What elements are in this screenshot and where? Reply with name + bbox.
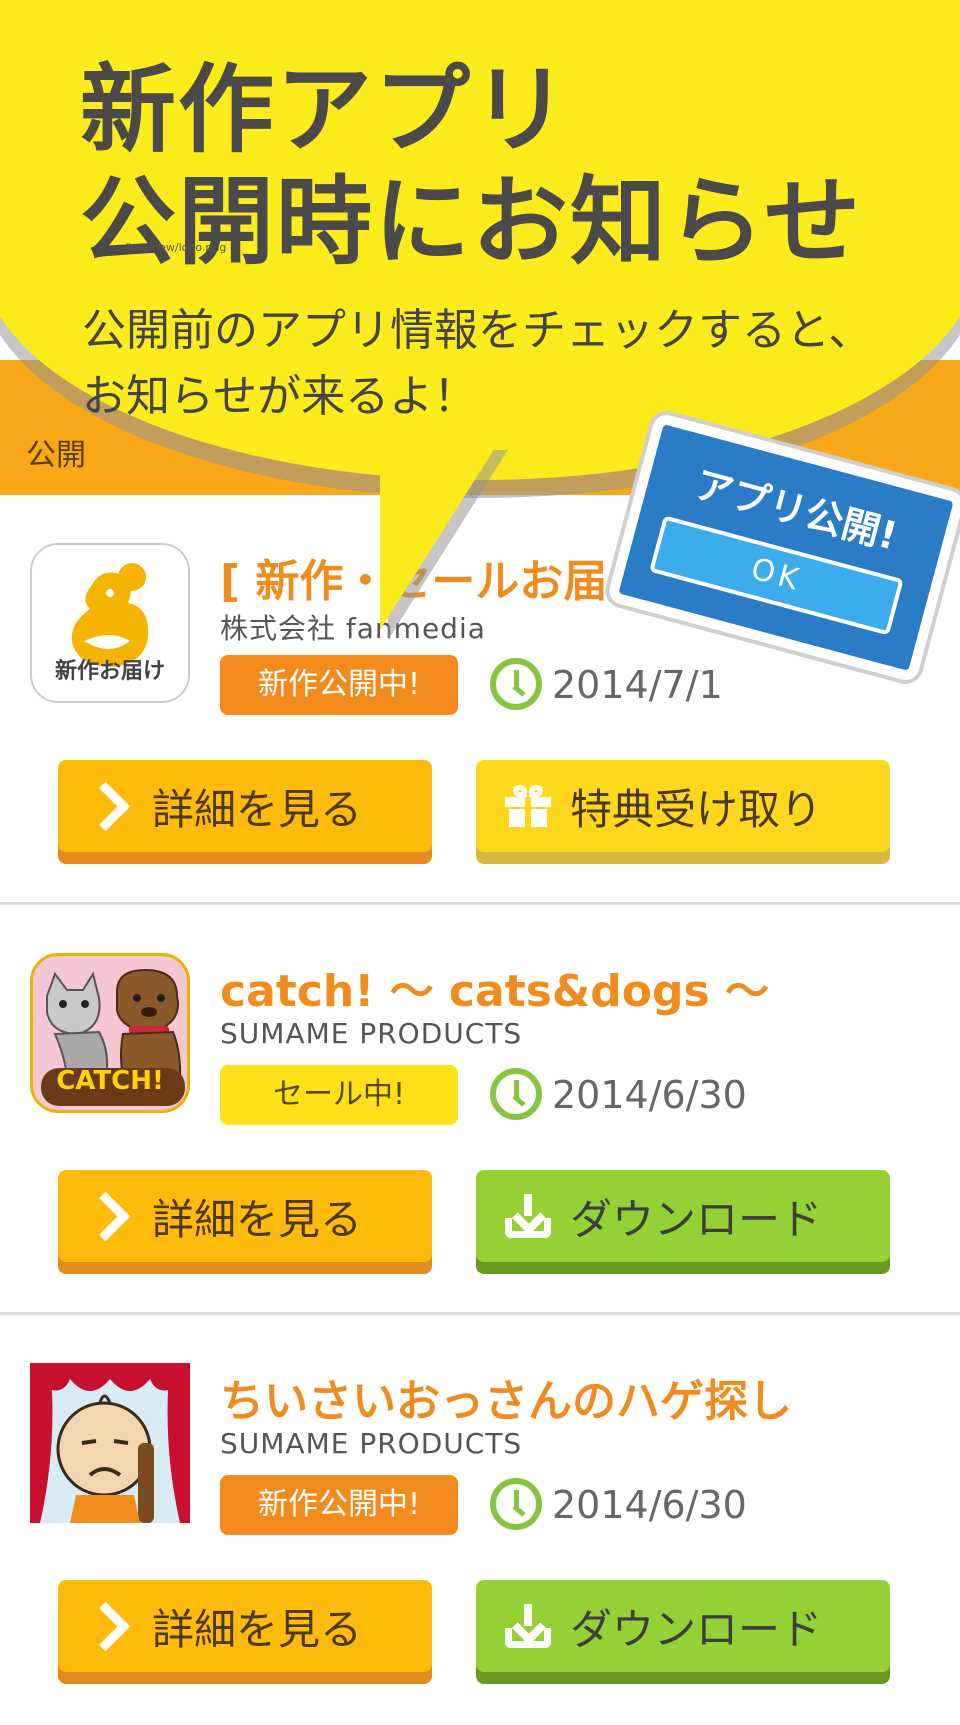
popup-title-line2: 公開時にお知らせ: [80, 166, 863, 278]
detail-button[interactable]: 詳細を見る: [58, 1170, 432, 1262]
app-developer: SUMAME PRODUCTS: [220, 1017, 523, 1050]
app-developer: SUMAME PRODUCTS: [220, 1427, 523, 1460]
logo-alt-text: /img/new/logo.png: [124, 241, 227, 254]
popup-title-line1: 新作アプリ: [80, 54, 570, 166]
status-badge: 新作公開中!: [220, 1475, 458, 1535]
app-icon-catch[interactable]: CATCH!: [30, 953, 190, 1113]
app-title[interactable]: catch! 〜 cats&dogs 〜: [220, 955, 769, 1019]
list-item: CATCH! catch! 〜 cats&dogs 〜 SUMAME PRODU…: [0, 905, 960, 1315]
chevron-right-icon: [80, 781, 140, 831]
detail-button[interactable]: 詳細を見る: [58, 760, 432, 852]
app-icon-shinsaku[interactable]: 新作お届け: [30, 543, 190, 703]
chevron-right-icon: [80, 1191, 140, 1241]
popup-description: 公開前のアプリ情報をチェックすると、 お知らせが来るよ！: [82, 298, 872, 430]
download-button[interactable]: ダウンロード: [476, 1580, 890, 1672]
status-badge: 新作公開中!: [220, 655, 458, 715]
clock-icon: [490, 1478, 542, 1530]
popup-text-line2: お知らせが来るよ！: [82, 371, 478, 422]
app-date: 2014/6/30: [552, 1073, 747, 1117]
download-icon: [498, 1194, 558, 1238]
app-date: 2014/6/30: [552, 1483, 747, 1527]
app-icon-ossan[interactable]: [30, 1363, 190, 1523]
detail-button-label: 詳細を見る: [152, 784, 363, 834]
detail-button[interactable]: 詳細を見る: [58, 1580, 432, 1672]
chevron-right-icon: [80, 1601, 140, 1651]
clock-icon: [490, 658, 542, 710]
gift-icon: [498, 785, 558, 827]
clock-icon: [490, 1068, 542, 1120]
ossan-icon: [30, 1363, 190, 1523]
app-icon-label: 新作お届け: [54, 659, 165, 684]
gift-button-label: 特典受け取り: [570, 784, 823, 834]
download-button[interactable]: ダウンロード: [476, 1170, 890, 1262]
app-icon-label: CATCH!: [56, 1066, 164, 1096]
detail-button-label: 詳細を見る: [152, 1194, 363, 1244]
list-item: ちいさいおっさんのハゲ探し SUMAME PRODUCTS 新作公開中! 201…: [0, 1315, 960, 1725]
download-button-label: ダウンロード: [570, 1194, 823, 1244]
popup-text-line1: 公開前のアプリ情報をチェックすると、: [82, 305, 873, 356]
header-label: 公開: [26, 438, 86, 473]
app-list: 新作お届け [ 新作・セールお届け 株式会社 fanmedia 新作公開中! 2…: [0, 495, 960, 1725]
app-date: 2014/7/1: [552, 663, 723, 707]
detail-button-label: 詳細を見る: [152, 1604, 363, 1654]
popup-tail: [380, 440, 500, 630]
status-badge: セール中!: [220, 1065, 458, 1125]
gift-button[interactable]: 特典受け取り: [476, 760, 890, 852]
app-title[interactable]: ちいさいおっさんのハゲ探し: [220, 1365, 792, 1429]
download-button-label: ダウンロード: [570, 1604, 823, 1654]
download-icon: [498, 1604, 558, 1648]
